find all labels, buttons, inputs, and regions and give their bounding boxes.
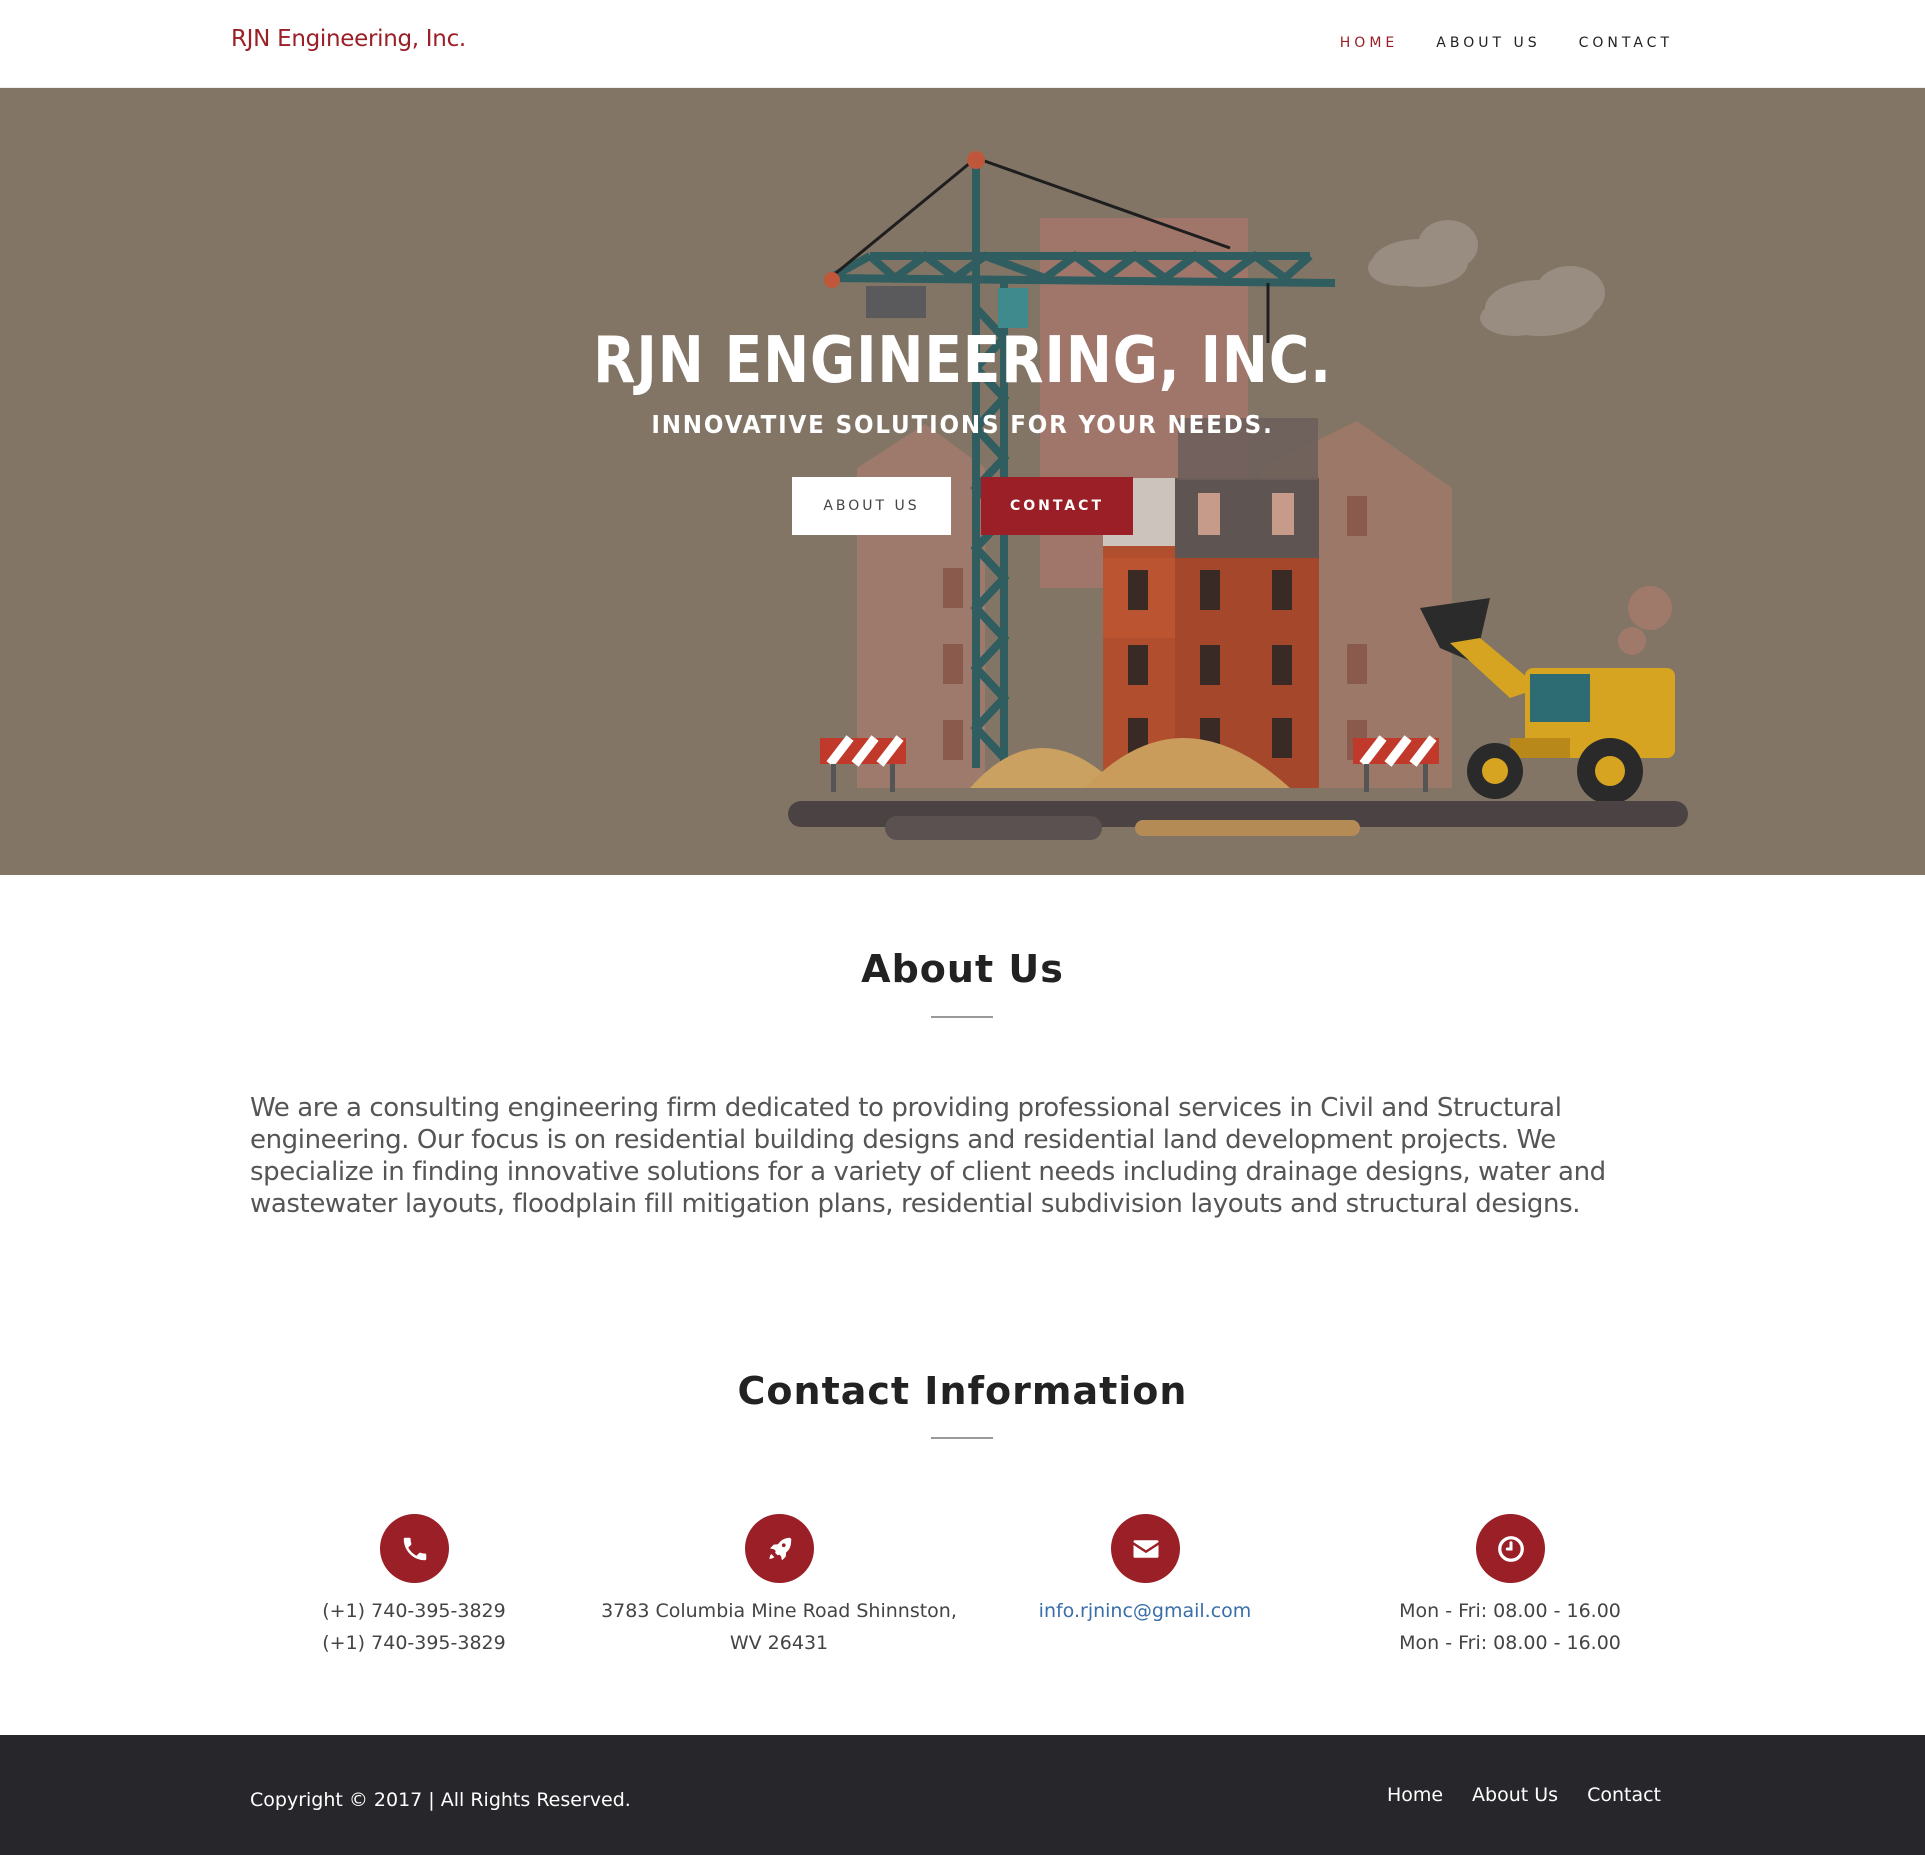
- nav-link-about-us[interactable]: ABOUT US: [1436, 35, 1540, 51]
- main-nav: HOME ABOUT US CONTACT: [1302, 35, 1673, 51]
- clock-icon-circle: [1476, 1514, 1545, 1583]
- contact-hours: Mon - Fri: 08.00 - 16.00 Mon - Fri: 08.0…: [1330, 1595, 1690, 1659]
- hero-subtitle: INNOVATIVE SOLUTIONS FOR YOUR NEEDS.: [651, 410, 1274, 439]
- envelope-icon: [1133, 1539, 1158, 1558]
- contact-phone: (+1) 740-395-3829 (+1) 740-395-3829: [234, 1595, 594, 1659]
- brand-logo-link[interactable]: RJN Engineering, Inc.: [231, 26, 466, 52]
- hero-title: RJN ENGINEERING, INC.: [593, 324, 1332, 398]
- contact-email: info.rjninc@gmail.com: [965, 1595, 1325, 1627]
- hero-about-us-button[interactable]: ABOUT US: [792, 477, 951, 535]
- hero-contact-button[interactable]: CONTACT: [981, 477, 1133, 535]
- footer-link-home[interactable]: Home: [1387, 1784, 1443, 1806]
- phone-number-1: (+1) 740-395-3829: [322, 1600, 506, 1622]
- clock-icon: [1497, 1535, 1524, 1562]
- construction-illustration: [788, 151, 1688, 840]
- copyright-text: Copyright © 2017 | All Rights Reserved.: [250, 1789, 631, 1811]
- contact-address: 3783 Columbia Mine Road Shinnston, WV 26…: [599, 1595, 959, 1659]
- nav-link-home[interactable]: HOME: [1340, 35, 1398, 51]
- phone-number-2: (+1) 740-395-3829: [322, 1632, 506, 1654]
- address-line-1: 3783 Columbia Mine Road Shinnston,: [601, 1600, 957, 1622]
- about-description: We are a consulting engineering firm ded…: [250, 1093, 1606, 1219]
- envelope-icon-circle: [1111, 1514, 1180, 1583]
- footer-link-contact[interactable]: Contact: [1587, 1784, 1661, 1806]
- about-section-title: About Us: [861, 947, 1064, 991]
- phone-icon-circle: [380, 1514, 449, 1583]
- about-title-divider: [931, 1016, 993, 1018]
- hero-section: RJN ENGINEERING, INC. INNOVATIVE SOLUTIO…: [0, 88, 1925, 875]
- contact-title-divider: [931, 1437, 993, 1439]
- footer: Copyright © 2017 | All Rights Reserved. …: [0, 1735, 1925, 1855]
- address-line-2: WV 26431: [729, 1632, 829, 1654]
- footer-nav: Home About Us Contact: [1358, 1784, 1661, 1806]
- phone-icon: [403, 1537, 426, 1560]
- hours-line-2: Mon - Fri: 08.00 - 16.00: [1399, 1632, 1621, 1654]
- footer-link-about-us[interactable]: About Us: [1472, 1784, 1558, 1806]
- hours-line-1: Mon - Fri: 08.00 - 16.00: [1399, 1600, 1621, 1622]
- contact-section-title: Contact Information: [737, 1369, 1188, 1413]
- nav-link-contact[interactable]: CONTACT: [1579, 35, 1673, 51]
- navbar: RJN Engineering, Inc. HOME ABOUT US CONT…: [0, 0, 1925, 88]
- rocket-icon-circle: [745, 1514, 814, 1583]
- email-link[interactable]: info.rjninc@gmail.com: [1039, 1600, 1252, 1622]
- rocket-icon: [768, 1537, 791, 1560]
